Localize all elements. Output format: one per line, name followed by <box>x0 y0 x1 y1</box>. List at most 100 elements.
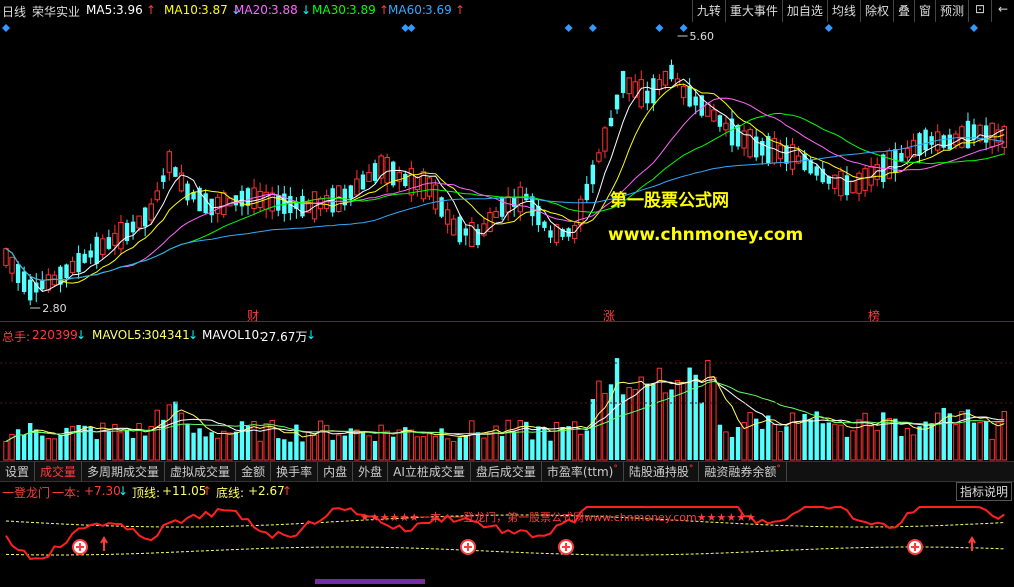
candlestick[interactable] <box>463 224 468 246</box>
candlestick[interactable] <box>959 124 965 149</box>
candlestick[interactable] <box>626 77 632 102</box>
event-diamond-marker[interactable] <box>970 24 978 32</box>
candlestick[interactable] <box>499 196 505 220</box>
candlestick[interactable] <box>469 217 475 247</box>
volume-bar[interactable] <box>317 420 324 461</box>
volume-bar[interactable] <box>669 389 674 460</box>
candlestick[interactable] <box>856 171 862 202</box>
volume-bar[interactable] <box>620 394 626 460</box>
volume-bar[interactable] <box>3 440 9 461</box>
event-marker-label[interactable]: 榜 <box>868 308 880 323</box>
selection-bar[interactable] <box>315 579 425 584</box>
volume-bar[interactable] <box>469 420 475 461</box>
volume-bar[interactable] <box>923 421 928 460</box>
volume-bar[interactable] <box>58 435 63 460</box>
event-diamond-marker[interactable] <box>407 24 416 32</box>
candlestick[interactable] <box>118 214 124 256</box>
candlestick[interactable] <box>336 184 342 214</box>
volume-bar[interactable] <box>414 436 421 461</box>
candlestick[interactable] <box>391 160 396 188</box>
candlestick[interactable] <box>342 184 347 211</box>
volume-bar[interactable] <box>899 435 904 460</box>
candlestick[interactable] <box>917 131 922 164</box>
volume-bar[interactable] <box>342 435 347 460</box>
candlestick[interactable] <box>40 271 45 292</box>
volume-bar[interactable] <box>747 412 753 461</box>
candlestick[interactable] <box>58 265 63 293</box>
volume-bar[interactable] <box>717 424 723 460</box>
volume-bar[interactable] <box>893 418 898 460</box>
candlestick[interactable] <box>542 220 547 232</box>
volume-bar[interactable] <box>221 430 227 461</box>
candlestick[interactable] <box>439 196 444 219</box>
candlestick[interactable] <box>269 186 275 220</box>
volume-bar[interactable] <box>886 418 892 461</box>
candlestick[interactable] <box>185 180 190 206</box>
candlestick[interactable] <box>444 202 451 234</box>
volume-bar[interactable] <box>451 440 457 461</box>
volume-bar[interactable] <box>959 411 965 461</box>
volume-bar[interactable] <box>420 436 427 461</box>
indicator-chart[interactable]: ★★★★★★一本一一登龙门，第一股票公式网www.chnmoney.com★★★… <box>0 499 1014 584</box>
volume-bar[interactable] <box>233 431 239 460</box>
volume-bar[interactable] <box>512 431 517 460</box>
volume-bar[interactable] <box>185 423 190 460</box>
candlestick[interactable] <box>360 170 366 190</box>
volume-bars[interactable] <box>0 343 1014 461</box>
volume-bar[interactable] <box>336 434 342 461</box>
volume-bar[interactable] <box>94 439 99 460</box>
volume-bar[interactable] <box>154 409 160 461</box>
volume-bar[interactable] <box>197 428 202 460</box>
volume-bar[interactable] <box>844 436 850 460</box>
tab-item[interactable]: 虚拟成交量 <box>165 462 237 481</box>
volume-bar[interactable] <box>989 438 995 461</box>
tab-item[interactable]: 盘后成交量 <box>471 462 542 481</box>
candlestick[interactable] <box>451 214 457 236</box>
volume-bar[interactable] <box>209 432 214 460</box>
volume-bar[interactable] <box>384 430 390 461</box>
volume-bar[interactable] <box>789 412 796 461</box>
volume-bar[interactable] <box>904 427 911 461</box>
volume-bar[interactable] <box>311 435 318 461</box>
volume-bar[interactable] <box>590 399 596 460</box>
candlestick[interactable] <box>88 243 93 264</box>
volume-bar[interactable] <box>330 439 335 460</box>
candlestick[interactable] <box>3 247 9 268</box>
volume-bar[interactable] <box>118 432 124 461</box>
candlestick[interactable] <box>638 70 644 110</box>
volume-bar[interactable] <box>130 437 136 460</box>
volume-bar[interactable] <box>300 441 305 460</box>
candlestick[interactable] <box>161 168 166 189</box>
candlestick[interactable] <box>124 219 130 245</box>
candlestick[interactable] <box>899 144 904 163</box>
volume-bar[interactable] <box>566 426 571 460</box>
volume-bar[interactable] <box>953 424 959 461</box>
volume-bar[interactable] <box>977 422 983 461</box>
volume-bar[interactable] <box>699 402 704 460</box>
volume-bar[interactable] <box>142 435 148 460</box>
candlestick[interactable] <box>69 256 76 275</box>
volume-bar[interactable] <box>723 431 729 461</box>
candlestick[interactable] <box>457 214 462 245</box>
volume-bar[interactable] <box>766 415 771 460</box>
tab-item[interactable]: 内盘 <box>318 462 354 481</box>
tab-item[interactable]: 外盘 <box>353 462 389 481</box>
candlestick[interactable] <box>754 128 759 161</box>
candlestick[interactable] <box>705 103 711 117</box>
candlestick[interactable] <box>789 137 796 176</box>
volume-bar[interactable] <box>15 429 21 460</box>
candlestick[interactable] <box>154 181 160 203</box>
toolbar-button[interactable]: 重大事件 <box>724 0 782 22</box>
volume-bar[interactable] <box>378 424 384 461</box>
candlestick[interactable] <box>142 206 148 237</box>
candlestick[interactable] <box>173 166 178 178</box>
volume-bar[interactable] <box>850 430 856 461</box>
volume-bar[interactable] <box>820 423 825 460</box>
candlestick[interactable] <box>1001 124 1007 155</box>
toolbar-button[interactable]: 预测 <box>934 0 968 22</box>
volume-bar[interactable] <box>910 434 917 461</box>
volume-bar[interactable] <box>965 409 971 460</box>
tab-item[interactable]: 设置 <box>0 462 36 481</box>
volume-bar[interactable] <box>651 383 656 460</box>
candlestick[interactable] <box>178 164 185 193</box>
